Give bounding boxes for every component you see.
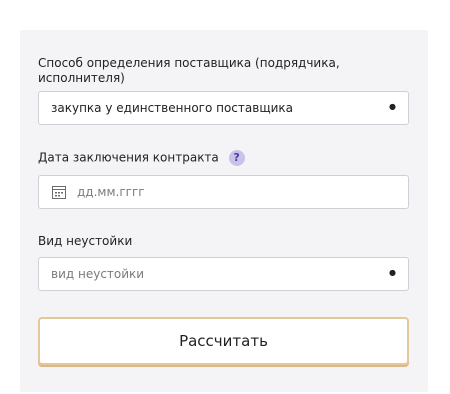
method-select-value: закупка у единственного поставщика — [51, 101, 294, 115]
method-select[interactable]: закупка у единственного поставщика ● — [38, 91, 409, 125]
penalty-select[interactable]: вид неустойки ● — [38, 257, 409, 291]
date-input[interactable]: дд.мм.гггг — [38, 175, 409, 209]
penalty-label: Вид неустойки — [38, 234, 133, 248]
penalty-placeholder: вид неустойки — [51, 267, 145, 281]
date-placeholder: дд.мм.гггг — [77, 185, 145, 199]
date-label: Дата заключения контракта — [38, 150, 219, 165]
dropdown-arrow-icon: ● — [389, 268, 396, 277]
calculate-button[interactable]: Рассчитать — [38, 317, 409, 365]
calendar-icon — [52, 186, 66, 199]
help-icon[interactable]: ? — [228, 150, 245, 166]
calculator-form-panel: Способ определения поставщика (подрядчик… — [20, 30, 428, 392]
date-label-row: Дата заключения контракта ? — [38, 150, 245, 166]
dropdown-arrow-icon: ● — [389, 102, 396, 111]
method-label: Способ определения поставщика (подрядчик… — [38, 56, 340, 85]
